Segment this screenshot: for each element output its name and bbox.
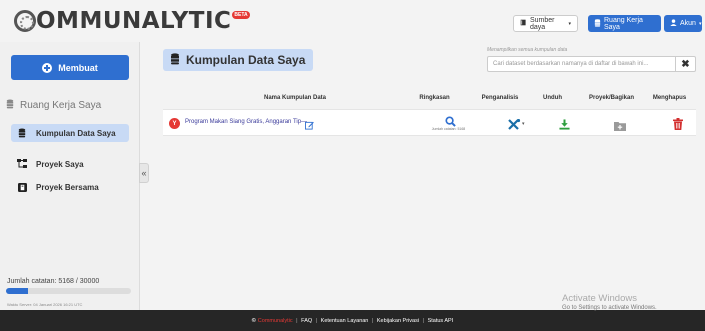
footer-link-faq[interactable]: FAQ: [301, 318, 312, 324]
record-count: Jumlah catatan: 5168 / 30000: [7, 278, 100, 285]
summary-record-count: Jumlah catatan: 5168: [431, 127, 466, 131]
footer-brand-link[interactable]: Communalytic: [258, 318, 293, 324]
record-progress-fill: [6, 288, 28, 294]
footer-separator: |: [421, 317, 426, 324]
database-icon: [17, 128, 27, 138]
akun-button[interactable]: Akun ▾: [664, 15, 702, 32]
sidebar-item-proyek-bersama[interactable]: Proyek Bersama: [11, 178, 129, 196]
caret-down-icon: ▾: [568, 20, 571, 27]
clear-search-button[interactable]: ✖: [676, 56, 696, 72]
sidebar-item-label: Proyek Bersama: [36, 182, 99, 192]
server-time: Waktu Server: 04 Januari 2026 16:21 UTC: [7, 302, 83, 307]
database-icon: [170, 52, 180, 68]
dataset-name-link[interactable]: Program Makan Siang Gratis, Anggaran Tip…: [185, 119, 307, 125]
workspace-title: Ruang Kerja Saya: [6, 99, 101, 112]
akun-label: Akun: [680, 20, 696, 27]
activate-windows-subtext: Go to Settings to activate Windows.: [562, 305, 657, 311]
folder-plus-icon[interactable]: [614, 118, 626, 136]
footer-link-kebijakan[interactable]: Kebijakan Privasi: [377, 318, 419, 324]
sidebar-item-label: Proyek Saya: [36, 159, 84, 169]
copyright-icon: ©: [251, 317, 256, 324]
collapse-sidebar-button[interactable]: «: [139, 163, 149, 183]
activate-windows-watermark: Activate Windows: [562, 293, 637, 304]
record-progress-bar: [6, 288, 131, 294]
column-header-proyek-bagikan: Proyek/Bagikan: [588, 95, 635, 101]
column-header-penganalisis: Penganalisis: [481, 95, 519, 101]
footer-separator: |: [294, 317, 300, 324]
sumber-daya-label: Sumber daya: [530, 16, 555, 31]
column-header-unduh: Unduh: [543, 95, 562, 101]
page-title-label: Kumpulan Data Saya: [186, 53, 306, 67]
footer-separator: |: [314, 317, 319, 324]
sumber-daya-button[interactable]: Sumber daya ▾: [513, 15, 578, 32]
database-icon: [594, 18, 601, 29]
sidebar-item-proyek-saya[interactable]: Proyek Saya: [11, 155, 129, 173]
column-header-nama: Nama Kumpulan Data: [263, 95, 326, 101]
create-button-label: Membuat: [58, 62, 98, 73]
close-icon: ✖: [681, 58, 690, 70]
database-icon: [6, 99, 14, 112]
trash-icon[interactable]: [673, 117, 683, 135]
share-square-icon: [17, 182, 27, 192]
ruang-kerja-button[interactable]: Ruang Kerja Saya: [588, 15, 661, 32]
dataset-search-input[interactable]: Cari dataset berdasarkan namanya di daft…: [487, 56, 676, 72]
search-hint: Menampilkan semua kumpulan data: [487, 47, 568, 53]
platform-badge: Y: [169, 118, 180, 129]
tools-icon[interactable]: [508, 117, 521, 135]
caret-down-icon: ▾: [522, 121, 525, 127]
sitemap-icon: [17, 159, 27, 169]
logo-text: OMMUNALYTIC: [36, 8, 232, 34]
footer: © Communalytic | FAQ | Ketentuan Layanan…: [0, 310, 705, 331]
caret-down-icon: ▾: [698, 20, 702, 27]
footer-separator: |: [370, 317, 375, 324]
footer-link-status-api[interactable]: Status API: [428, 318, 454, 324]
book-icon: [520, 19, 527, 28]
footer-link-ketentuan[interactable]: Ketentuan Layanan: [321, 318, 369, 324]
column-header-menghapus: Menghapus: [652, 95, 687, 101]
workspace-title-label: Ruang Kerja Saya: [20, 100, 102, 111]
plus-circle-icon: [42, 62, 53, 73]
logo-badge: BETA: [232, 11, 250, 19]
column-header-ringkasan: Ringkasan: [419, 95, 450, 101]
sidebar-item-label: Kumpulan Data Saya: [36, 128, 116, 138]
create-button[interactable]: Membuat: [11, 55, 129, 80]
download-icon[interactable]: [559, 117, 570, 135]
edit-icon[interactable]: [305, 117, 314, 135]
ruang-kerja-label: Ruang Kerja Saya: [604, 16, 643, 31]
logo-c-icon: [14, 10, 36, 32]
top-header: OMMUNALYTIC BETA Sumber daya ▾ Ruang Ker…: [0, 0, 705, 42]
sidebar: Membuat Ruang Kerja Saya Kumpulan Data S…: [0, 42, 140, 310]
main-content: Kumpulan Data Saya Menampilkan semua kum…: [149, 42, 705, 310]
page-title: Kumpulan Data Saya: [163, 49, 313, 71]
table-row: Y Program Makan Siang Gratis, Anggaran T…: [163, 109, 696, 136]
sidebar-item-kumpulan-data[interactable]: Kumpulan Data Saya: [11, 124, 129, 142]
user-icon: [670, 19, 677, 28]
communalytic-logo[interactable]: OMMUNALYTIC BETA: [14, 8, 250, 34]
